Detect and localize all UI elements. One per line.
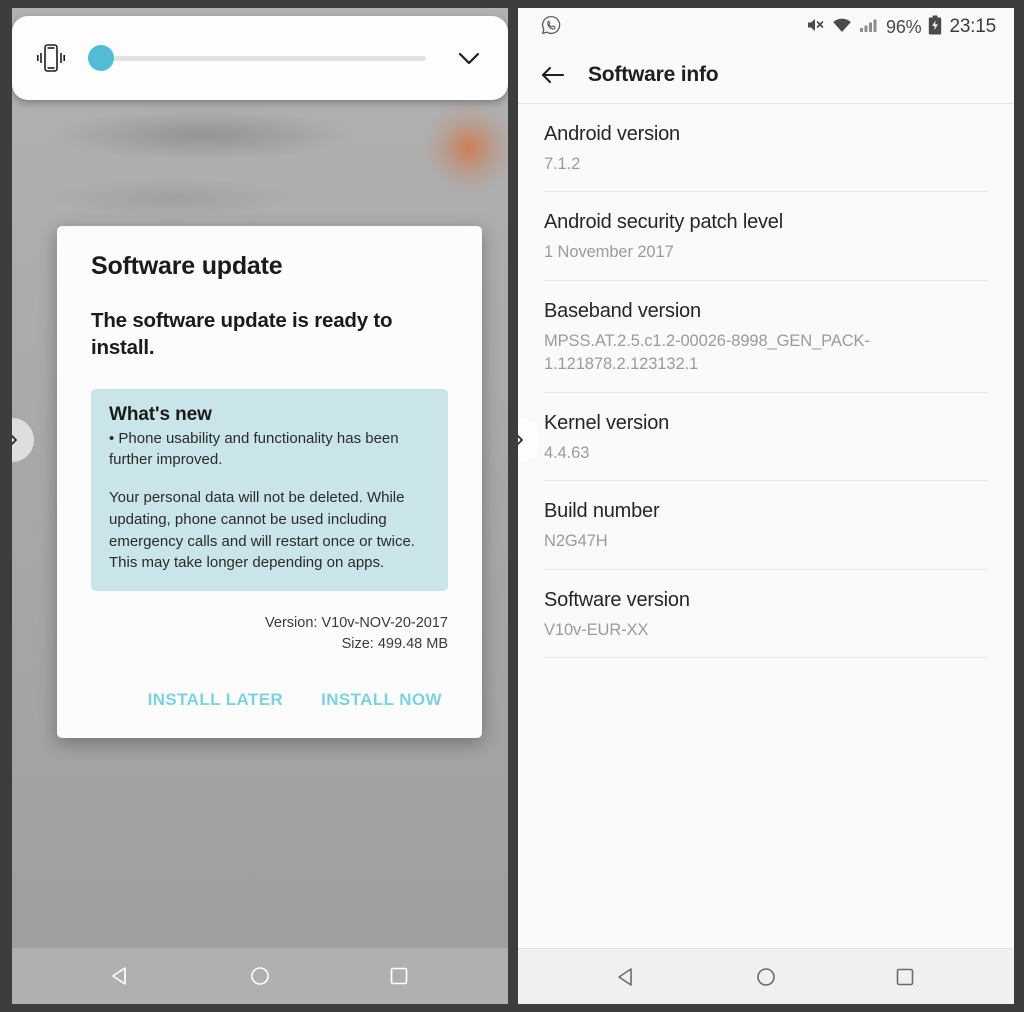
volume-muted-icon xyxy=(805,15,825,40)
app-bar: Software info xyxy=(518,46,1014,104)
software-info-list: Android version 7.1.2 Android security p… xyxy=(518,104,1014,658)
status-bar-system: 96% 23:15 xyxy=(805,15,996,40)
left-navigation-bar xyxy=(12,948,508,1004)
info-value: V10v-EUR-XX xyxy=(544,620,649,639)
whats-new-bullet: • Phone usability and functionality has … xyxy=(109,429,399,468)
left-screen: Software update The software update is r… xyxy=(12,8,508,1004)
left-phone-panel: Software update The software update is r… xyxy=(12,8,508,1004)
recents-square-icon[interactable] xyxy=(880,955,930,999)
info-value: MPSS.AT.2.5.c1.2-00026-8998_GEN_PACK-1.1… xyxy=(544,331,870,374)
recents-square-icon[interactable] xyxy=(374,954,424,998)
home-circle-icon[interactable] xyxy=(741,955,791,999)
dialog-title: Software update xyxy=(91,252,283,280)
info-value: 1 November 2017 xyxy=(544,243,674,262)
status-bar: 96% 23:15 xyxy=(518,8,1014,46)
info-row[interactable]: Build number N2G47H xyxy=(544,481,988,570)
right-screen: 96% 23:15 Software info Android version … xyxy=(518,8,1014,1004)
info-label: Android version xyxy=(544,123,680,145)
wifi-icon xyxy=(832,16,852,39)
brightness-slider[interactable] xyxy=(88,43,426,73)
chevron-right-icon xyxy=(12,434,17,446)
right-navigation-bar xyxy=(518,948,1014,1004)
info-row[interactable]: Software version V10v-EUR-XX xyxy=(544,570,988,658)
slider-track xyxy=(88,55,426,61)
whats-new-paragraph: Your personal data will not be deleted. … xyxy=(109,489,415,572)
info-label: Software version xyxy=(544,588,690,611)
home-circle-icon[interactable] xyxy=(235,954,285,998)
status-bar-notifications xyxy=(540,14,562,41)
info-row[interactable]: Android version 7.1.2 xyxy=(544,104,988,193)
update-version: Version: V10v-NOV-20-2017 xyxy=(265,615,448,632)
info-label: Build number xyxy=(544,500,660,523)
whatsapp-icon xyxy=(540,14,562,41)
screenshot-root: Software update The software update is r… xyxy=(0,0,1024,1012)
install-now-button[interactable]: INSTALL NOW xyxy=(317,688,446,712)
battery-charging-icon xyxy=(928,15,942,40)
info-value: 7.1.2 xyxy=(544,155,581,173)
battery-percent-label: 96% xyxy=(886,16,922,37)
cellular-signal-icon xyxy=(859,16,879,39)
slider-thumb[interactable] xyxy=(88,45,114,71)
install-later-button[interactable]: INSTALL LATER xyxy=(144,688,288,712)
dialog-actions: INSTALL LATER INSTALL NOW xyxy=(91,688,448,712)
info-label: Kernel version xyxy=(544,411,670,434)
back-triangle-icon[interactable] xyxy=(602,955,652,999)
whats-new-box: What's new • Phone usability and functio… xyxy=(91,388,448,592)
chevron-down-icon[interactable] xyxy=(452,41,486,75)
info-label: Android security patch level xyxy=(544,211,783,234)
page-title: Software info xyxy=(588,62,719,86)
software-update-dialog: Software update The software update is r… xyxy=(57,226,482,739)
dialog-subtitle: The software update is ready to install. xyxy=(91,309,393,360)
info-row[interactable]: Android security patch level 1 November … xyxy=(544,192,988,281)
status-bar-clock: 23:15 xyxy=(949,16,996,37)
info-row[interactable]: Kernel version 4.4.63 xyxy=(544,393,988,482)
info-value: 4.4.63 xyxy=(544,443,590,462)
info-value: N2G47H xyxy=(544,532,608,551)
right-phone-panel: 96% 23:15 Software info Android version … xyxy=(518,8,1014,1004)
update-meta: Version: V10v-NOV-20-2017 Size: 499.48 M… xyxy=(91,613,448,654)
info-row[interactable]: Baseband version MPSS.AT.2.5.c1.2-00026-… xyxy=(544,281,988,393)
whats-new-title: What's new xyxy=(109,403,212,425)
vibrate-icon[interactable] xyxy=(36,41,66,75)
back-triangle-icon[interactable] xyxy=(96,954,146,998)
chevron-right-icon xyxy=(518,434,523,446)
back-arrow-icon[interactable] xyxy=(540,63,566,87)
quick-settings-card[interactable] xyxy=(12,16,508,100)
info-label: Baseband version xyxy=(544,299,701,322)
update-size: Size: 499.48 MB xyxy=(341,635,448,652)
